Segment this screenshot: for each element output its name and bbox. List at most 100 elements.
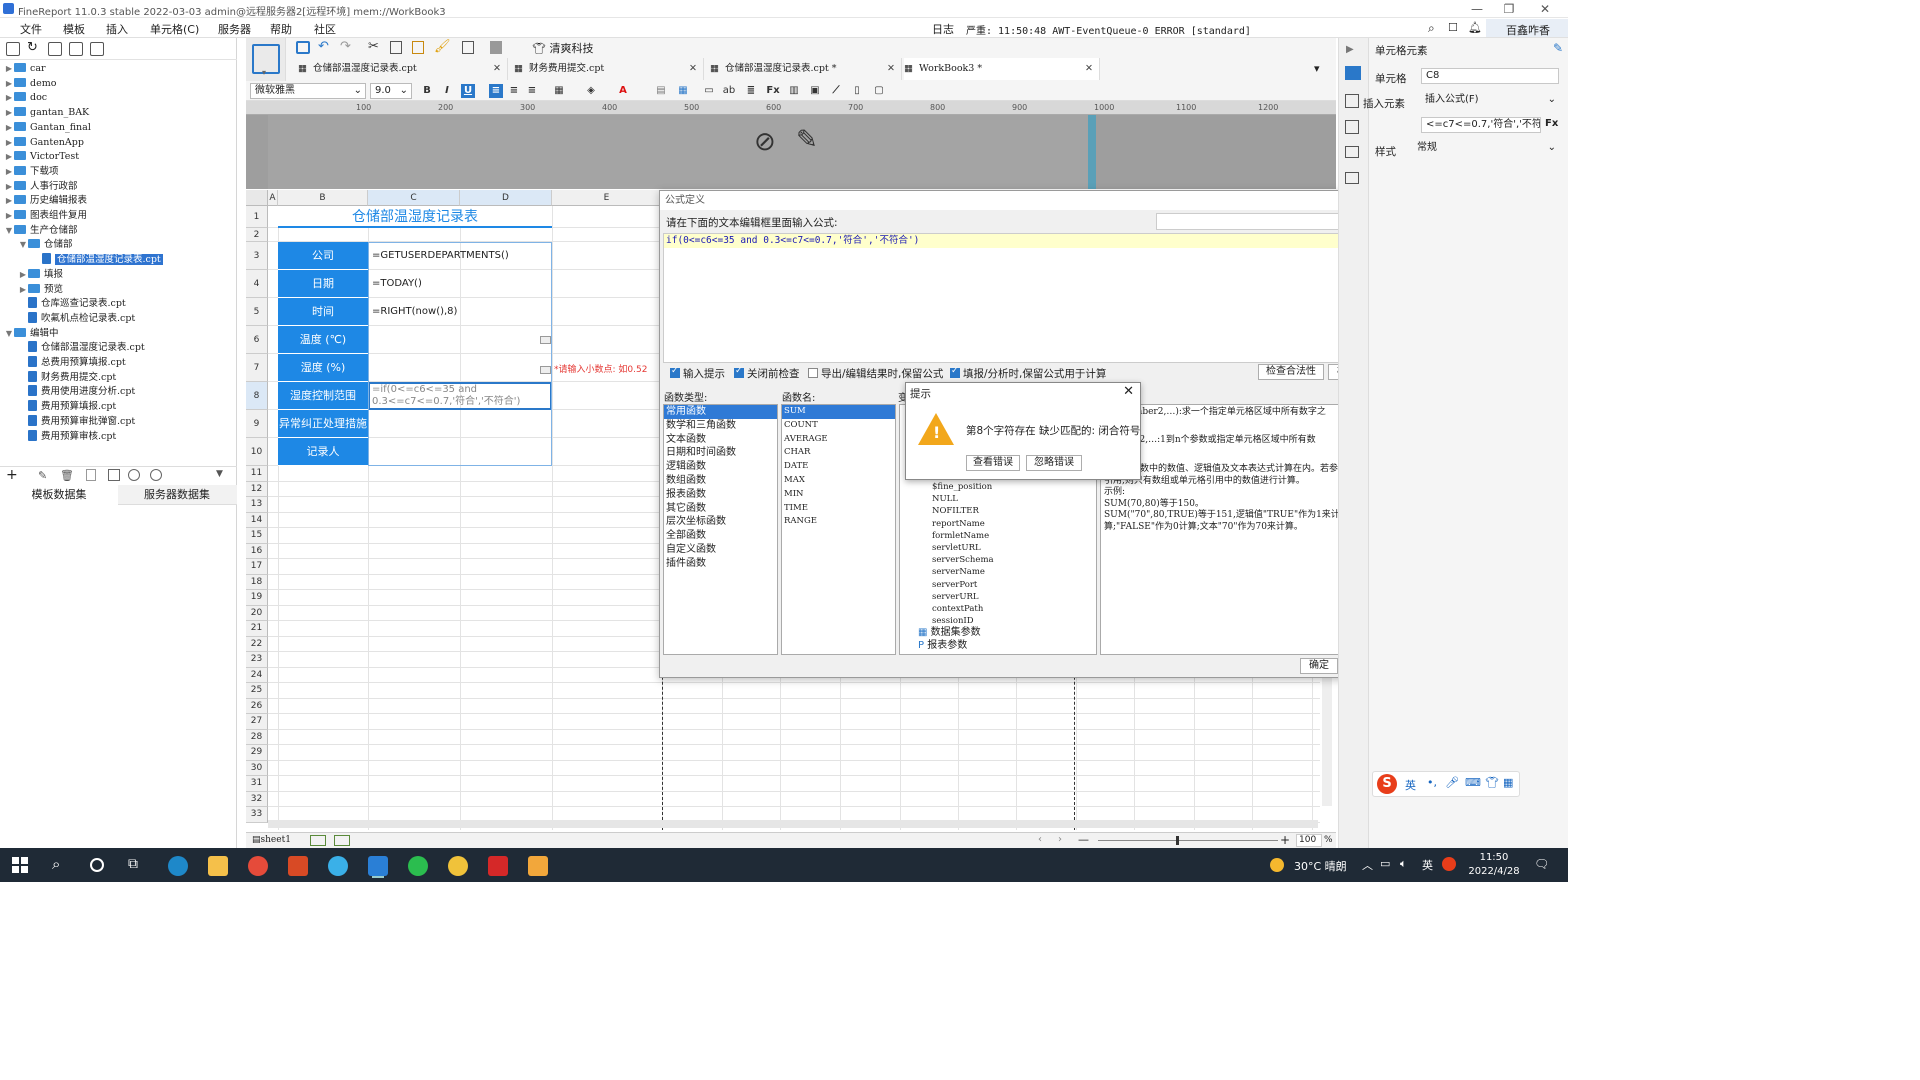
expand-arrow-icon[interactable]: ▼: [4, 224, 14, 239]
keyboard-icon[interactable]: ⌨: [1465, 776, 1481, 789]
row-header[interactable]: 31: [246, 776, 268, 792]
skin-icon[interactable]: 👕︎: [1485, 776, 1499, 789]
tree-folder[interactable]: ▶ 填报: [18, 268, 63, 283]
expand-arrow-icon[interactable]: ▼: [4, 327, 14, 342]
tree-file[interactable]: 总费用预算填报.cpt: [18, 356, 126, 371]
condition-icon[interactable]: [1345, 120, 1359, 134]
mic-icon[interactable]: 🎤︎: [1445, 776, 1459, 789]
report-value-cell[interactable]: [372, 438, 552, 466]
tree-file[interactable]: 费用预算审批弹窗.cpt: [18, 414, 135, 430]
column-header[interactable]: A: [268, 190, 278, 206]
table-icon[interactable]: ▦: [676, 84, 690, 98]
list-item[interactable]: 常用函数: [664, 405, 777, 419]
function-type-list[interactable]: 常用函数 数学和三角函数 文本函数 日期和时间函数 逻辑函数 数组函数 报表函数 其它函数 层次…: [663, 404, 778, 655]
tree-file[interactable]: 费用预算填报.cpt: [18, 400, 116, 415]
collapse-arrow-icon[interactable]: ▶: [4, 136, 14, 151]
more-icon[interactable]: ▢: [872, 84, 886, 98]
list-item[interactable]: 插件函数: [664, 557, 777, 571]
report-label-cell[interactable]: 异常纠正处理措施: [278, 410, 368, 438]
archive-icon[interactable]: [528, 856, 548, 876]
tree-file[interactable]: 仓库巡查记录表.cpt: [18, 297, 126, 312]
font-size-select[interactable]: 9.0 ⌄: [370, 83, 412, 99]
tree-file[interactable]: 财务费用提交.cpt: [18, 370, 116, 386]
list-item[interactable]: MIN: [782, 488, 895, 502]
report-value-cell[interactable]: =if(0<=c6<=35 and 0.3<=c7<=0.7,'符合','不符合…: [368, 382, 552, 410]
tree-folder[interactable]: ▼ 生产仓储部: [4, 224, 78, 239]
save-icon[interactable]: [296, 41, 310, 54]
preview-icon[interactable]: [462, 41, 474, 54]
align-center-icon[interactable]: ≡: [507, 84, 521, 98]
scroll-left-icon[interactable]: ‹: [1038, 834, 1042, 845]
align-left-icon[interactable]: ≡: [489, 84, 503, 98]
list-item[interactable]: 自定义函数: [664, 543, 777, 557]
view-error-button[interactable]: 查看错误: [966, 455, 1020, 471]
row-header[interactable]: 22: [246, 636, 268, 652]
bell-icon[interactable]: 🔔︎: [1468, 21, 1482, 34]
formula-icon[interactable]: Fx: [766, 84, 780, 98]
database-icon[interactable]: [128, 469, 140, 481]
column-header[interactable]: B: [278, 190, 368, 206]
option-keep-formula-export[interactable]: 导出/编辑结果时,保留公式: [808, 366, 943, 381]
function-search-input[interactable]: [1156, 213, 1350, 230]
image-icon[interactable]: ▣: [808, 84, 822, 98]
tree-file[interactable]: 费用预算审核.cpt: [18, 429, 116, 445]
collapse-arrow-icon[interactable]: ▶: [4, 121, 14, 136]
tree-file[interactable]: 吹氟机点检记录表.cpt: [18, 311, 135, 327]
menu-help[interactable]: 帮助: [270, 21, 292, 37]
format-painter-icon[interactable]: 🖌︎: [434, 39, 451, 54]
column-header[interactable]: C: [368, 190, 460, 206]
user-name[interactable]: 百鑫咋香: [1506, 22, 1550, 38]
trash-icon[interactable]: 🗑︎: [60, 469, 74, 482]
row-header[interactable]: 7: [246, 354, 268, 382]
chevron-right-icon[interactable]: ▶: [1346, 44, 1354, 55]
formula-editor[interactable]: if(0<=c6<=35 and 0.3<=c7<=0.7,'符合','不符合'…: [663, 233, 1387, 363]
row-header[interactable]: 26: [246, 698, 268, 714]
cortana-icon[interactable]: [90, 858, 104, 872]
function-name-list[interactable]: SUM COUNT AVERAGE CHAR DATE MAX MIN TIME RANGE: [781, 404, 896, 655]
zoom-in-icon[interactable]: +: [1280, 833, 1290, 847]
menu-file[interactable]: 文件: [20, 21, 42, 37]
style-select[interactable]: 常规 ⌄: [1413, 141, 1559, 157]
preview-icon[interactable]: [108, 469, 120, 481]
copy-icon[interactable]: [390, 41, 402, 54]
delete-icon[interactable]: [69, 42, 83, 56]
report-value-cell[interactable]: =GETUSERDEPARTMENTS(): [372, 242, 552, 270]
row-header[interactable]: 20: [246, 605, 268, 621]
ignore-error-button[interactable]: 忽略错误: [1026, 455, 1082, 471]
cell-input[interactable]: C8: [1421, 68, 1559, 84]
collapse-arrow-icon[interactable]: ▶: [4, 77, 14, 92]
row-header[interactable]: 30: [246, 760, 268, 776]
list-item[interactable]: 报表函数: [664, 488, 777, 502]
tree-folder[interactable]: ▼ 仓储部: [18, 238, 73, 253]
widget-icon[interactable]: [1345, 146, 1359, 158]
paste-icon[interactable]: [412, 41, 424, 54]
slash-icon[interactable]: ⟋: [829, 84, 843, 98]
pencil-icon[interactable]: ✎: [796, 125, 818, 155]
report-label-cell[interactable]: 公司: [278, 242, 368, 270]
variable-item[interactable]: $fine_position: [900, 481, 1096, 493]
option-input-hint[interactable]: 输入提示: [670, 366, 725, 381]
add-sheet-icon[interactable]: [310, 835, 326, 846]
list-item[interactable]: 逻辑函数: [664, 460, 777, 474]
row-header[interactable]: 3: [246, 242, 268, 270]
collapse-arrow-icon[interactable]: ▶: [4, 106, 14, 121]
fill-color-icon[interactable]: ◈: [584, 84, 598, 98]
row-header[interactable]: 32: [246, 791, 268, 807]
cell-element-icon[interactable]: [1345, 66, 1361, 80]
check-validity-button[interactable]: 检查合法性: [1258, 364, 1324, 380]
chrome-icon[interactable]: [248, 856, 268, 876]
zoom-slider-track[interactable]: [1098, 840, 1278, 841]
hide-eye-icon[interactable]: ⊘: [754, 127, 776, 157]
log-label[interactable]: 日志: [932, 21, 954, 37]
tree-folder[interactable]: ▶ 预览: [18, 283, 63, 298]
row-header[interactable]: 4: [246, 270, 268, 298]
ok-button[interactable]: 确定: [1300, 658, 1338, 674]
column-header[interactable]: E: [552, 190, 662, 206]
font-color-icon[interactable]: A: [616, 84, 630, 98]
insert-element-select[interactable]: 插入公式(F) ⌄: [1421, 93, 1559, 109]
variable-item[interactable]: serverURL: [900, 591, 1096, 603]
ime-lang[interactable]: 英: [1405, 777, 1416, 793]
collapse-arrow-icon[interactable]: ▶: [4, 180, 14, 195]
search-icon[interactable]: ⌕: [52, 855, 60, 873]
list-item[interactable]: AVERAGE: [782, 433, 895, 447]
